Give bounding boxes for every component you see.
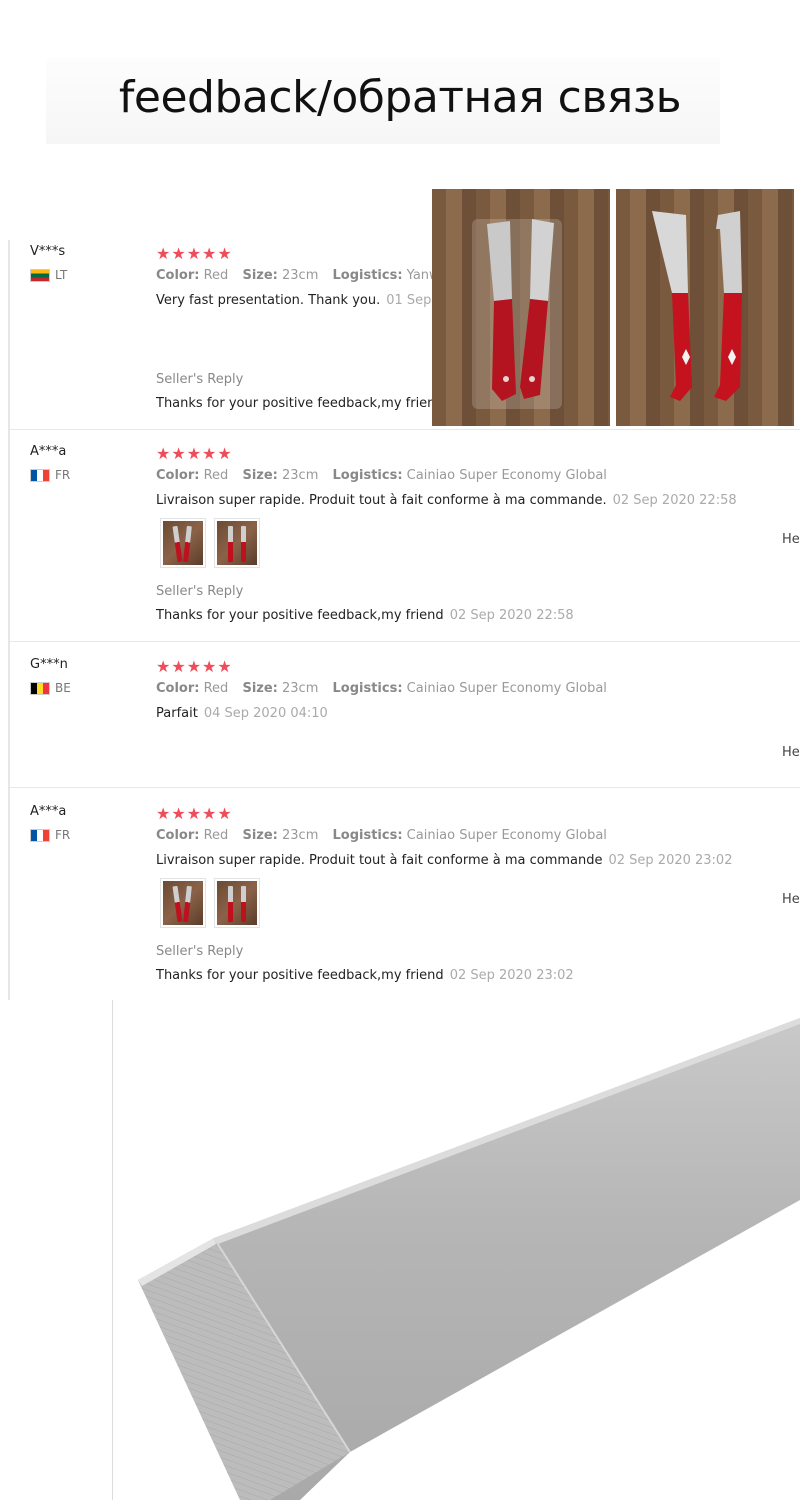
rating-stars: ★★★★★ [156, 244, 233, 263]
review-comment: Parfait 04 Sep 2020 04:10 [156, 706, 328, 721]
size-value: 23cm [282, 681, 319, 696]
review-photos [160, 518, 260, 568]
review-photo-thumbnail[interactable] [160, 518, 206, 568]
rating-stars: ★★★★★ [156, 657, 233, 676]
country-code: BE [55, 681, 71, 695]
review-divider [10, 641, 800, 642]
comment-text: Livraison super rapide. Produit tout à f… [156, 493, 607, 508]
reviewer-name: G***n [30, 657, 68, 672]
reviewer-name: A***a [30, 444, 67, 459]
product-photo-unwrapped[interactable] [616, 189, 794, 426]
country-code: FR [55, 468, 71, 482]
logistics-label: Logistics: [332, 468, 403, 483]
flag-lt-icon [30, 268, 50, 282]
review-comment: Livraison super rapide. Produit tout à f… [156, 853, 732, 868]
product-photo-wrapped[interactable] [432, 189, 610, 426]
reviewer-country: FR [30, 468, 70, 482]
review-attributes: Color: Red Size: 23cm Logistics: Cainiao… [156, 681, 607, 696]
review-comment: Livraison super rapide. Produit tout à f… [156, 493, 737, 508]
size-label: Size: [242, 268, 278, 283]
blade-closeup-image [0, 1000, 800, 1500]
flag-be-icon [30, 681, 50, 695]
reviewer-country: LT [30, 268, 67, 282]
size-label: Size: [242, 468, 278, 483]
seller-reply-text: Thanks for your positive feedback,my fri… [156, 608, 444, 623]
logistics-label: Logistics: [332, 268, 403, 283]
comment-date: 02 Sep 2020 23:02 [608, 853, 733, 868]
country-code: LT [55, 268, 68, 282]
blade-closeup-graphic [138, 1018, 800, 1500]
review-photo-thumbnail[interactable] [160, 878, 206, 928]
size-value: 23cm [282, 828, 319, 843]
helpful-button[interactable]: He [782, 892, 800, 907]
review-attributes: Color: Red Size: 23cm Logistics: Cainiao… [156, 468, 607, 483]
review-comment: Very fast presentation. Thank you. 01 Sep… [156, 293, 460, 308]
logistics-value: Cainiao Super Economy Global [406, 828, 607, 843]
hive-tools-image [652, 211, 742, 401]
comment-date: 02 Sep 2020 22:58 [612, 493, 737, 508]
review-item: A***a FR ★★★★★ Color: Red Size: 23cm Log… [10, 444, 800, 642]
size-value: 23cm [282, 468, 319, 483]
seller-reply-text: Thanks for your positive feedback,my fri… [156, 396, 444, 411]
color-label: Color: [156, 681, 200, 696]
flag-fr-icon [30, 828, 50, 842]
size-value: 23cm [282, 268, 319, 283]
logistics-value: Cainiao Super Economy Global [406, 681, 607, 696]
reviewer-name: V***s [30, 244, 66, 259]
logistics-value: Cainiao Super Economy Global [406, 468, 607, 483]
logistics-label: Logistics: [332, 681, 403, 696]
closeup-border [112, 1000, 113, 1500]
logistics-label: Logistics: [332, 828, 403, 843]
review-photo-preview [432, 189, 800, 426]
comment-text: Parfait [156, 706, 198, 721]
wrapped-tools-image [472, 219, 562, 409]
seller-reply-label: Seller's Reply [156, 584, 244, 599]
comment-text: Very fast presentation. Thank you. [156, 293, 381, 308]
reviewer-name: A***a [30, 804, 67, 819]
seller-reply: Thanks for your positive feedback,my fri… [156, 396, 458, 411]
color-label: Color: [156, 468, 200, 483]
reviewer-country: BE [30, 681, 71, 695]
rating-stars: ★★★★★ [156, 444, 233, 463]
helpful-button[interactable]: He [782, 532, 800, 547]
review-divider [10, 787, 800, 788]
seller-reply: Thanks for your positive feedback,my fri… [156, 968, 574, 983]
color-value: Red [203, 468, 229, 483]
flag-fr-icon [30, 468, 50, 482]
rating-stars: ★★★★★ [156, 804, 233, 823]
seller-reply-date: 02 Sep 2020 22:58 [449, 608, 574, 623]
comment-text: Livraison super rapide. Produit tout à f… [156, 853, 603, 868]
review-item: A***a FR ★★★★★ Color: Red Size: 23cm Log… [10, 804, 800, 994]
review-photo-thumbnail[interactable] [214, 878, 260, 928]
color-label: Color: [156, 828, 200, 843]
seller-reply-label: Seller's Reply [156, 372, 244, 387]
review-divider [10, 429, 800, 430]
seller-reply-date: 02 Sep 2020 23:02 [449, 968, 574, 983]
color-value: Red [203, 681, 229, 696]
review-attributes: Color: Red Size: 23cm Logistics: Cainiao… [156, 828, 607, 843]
size-label: Size: [242, 681, 278, 696]
comment-date: 04 Sep 2020 04:10 [203, 706, 328, 721]
helpful-button[interactable]: He [782, 745, 800, 760]
color-value: Red [203, 828, 229, 843]
seller-reply: Thanks for your positive feedback,my fri… [156, 608, 574, 623]
country-code: FR [55, 828, 71, 842]
review-photo-thumbnail[interactable] [214, 518, 260, 568]
color-value: Red [203, 268, 229, 283]
color-label: Color: [156, 268, 200, 283]
size-label: Size: [242, 828, 278, 843]
reviewer-country: FR [30, 828, 70, 842]
review-item: G***n BE ★★★★★ Color: Red Size: 23cm Log… [10, 657, 800, 788]
review-attributes: Color: Red Size: 23cm Logistics: Yanwen … [156, 268, 475, 283]
seller-reply-text: Thanks for your positive feedback,my fri… [156, 968, 444, 983]
seller-reply-label: Seller's Reply [156, 944, 244, 959]
review-photos [160, 878, 260, 928]
banner-title: feedback/обратная связь [118, 72, 682, 123]
